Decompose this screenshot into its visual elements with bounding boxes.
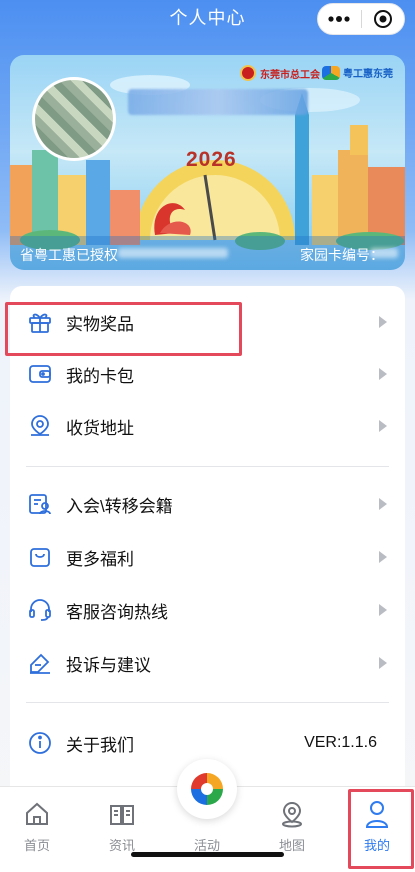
avatar[interactable] — [32, 77, 116, 161]
chevron-right-icon — [379, 368, 387, 380]
menu-item-more-benefits[interactable]: 更多福利 — [10, 531, 405, 583]
app-version: VER:1.1.6 — [304, 734, 377, 751]
section-divider — [26, 466, 389, 467]
menu-label: 收货地址 — [66, 418, 134, 438]
nav-bar: 个人中心 — [0, 0, 415, 40]
menu-item-complaints-suggestions[interactable]: 投诉与建议 — [10, 637, 405, 689]
welfare-bag-icon — [26, 543, 54, 571]
chevron-right-icon — [379, 420, 387, 432]
union-logo: 东莞市总工会 — [240, 65, 320, 81]
authorization-text: 省粤工惠已授权 — [20, 247, 118, 263]
menu-label: 投诉与建议 — [66, 655, 151, 675]
more-dots-icon — [328, 16, 350, 22]
chevron-right-icon — [379, 316, 387, 328]
headset-icon — [26, 596, 54, 624]
info-icon — [26, 729, 54, 757]
menu-item-customer-service-hotline[interactable]: 客服咨询热线 — [10, 584, 405, 636]
username-redacted — [128, 89, 308, 115]
authorization-redacted — [118, 248, 228, 258]
menu-item-join-transfer-membership[interactable]: 入会\转移会籍 — [10, 478, 405, 530]
menu-label: 客服咨询热线 — [66, 602, 168, 622]
activity-logo-icon — [191, 773, 223, 805]
home-icon — [2, 799, 72, 829]
tab-map[interactable]: 地图 — [257, 799, 327, 854]
menu-label: 关于我们 — [66, 735, 134, 755]
card-footer: 省粤工惠已授权 家园卡编号： — [10, 236, 405, 270]
menu-item-shipping-address[interactable]: 收货地址 — [10, 400, 405, 452]
activity-center-button[interactable] — [177, 759, 237, 819]
gauge-year-label: 2026 — [186, 148, 237, 171]
chevron-right-icon — [379, 604, 387, 616]
menu-label: 更多福利 — [66, 549, 134, 569]
book-icon — [87, 799, 157, 829]
union-seal-icon — [240, 65, 256, 81]
mini-program-capsule — [317, 3, 405, 35]
section-divider — [26, 702, 389, 703]
menu-label: 入会\转移会籍 — [66, 496, 173, 516]
home-indicator — [131, 852, 284, 857]
close-mini-program-button[interactable] — [362, 4, 405, 34]
location-pin-icon — [26, 412, 54, 440]
tab-home[interactable]: 首页 — [2, 799, 72, 854]
tab-news[interactable]: 资讯 — [87, 799, 157, 854]
app-logo: 粤工惠东莞 — [322, 65, 393, 80]
app-brand-icon — [322, 65, 340, 80]
menu-panel: 实物奖品 我的卡包 收货地址 入会\转移会籍 更多福利 客服咨询热线 投诉与建议… — [10, 286, 405, 806]
chevron-right-icon — [379, 498, 387, 510]
selection-highlight — [5, 302, 242, 356]
wallet-icon — [26, 360, 54, 388]
menu-label: 我的卡包 — [66, 366, 134, 386]
more-button[interactable] — [318, 4, 361, 34]
chevron-right-icon — [379, 657, 387, 669]
map-pin-icon — [257, 799, 327, 829]
feedback-icon — [26, 649, 54, 677]
member-card[interactable]: 东莞市总工会 粤工惠东莞 2026 省粤工惠已授权 家园卡编号： — [10, 55, 405, 270]
active-tab-highlight — [348, 789, 414, 869]
target-icon — [373, 10, 392, 28]
card-number-redacted — [370, 248, 398, 258]
member-card-icon — [26, 490, 54, 518]
chevron-right-icon — [379, 551, 387, 563]
